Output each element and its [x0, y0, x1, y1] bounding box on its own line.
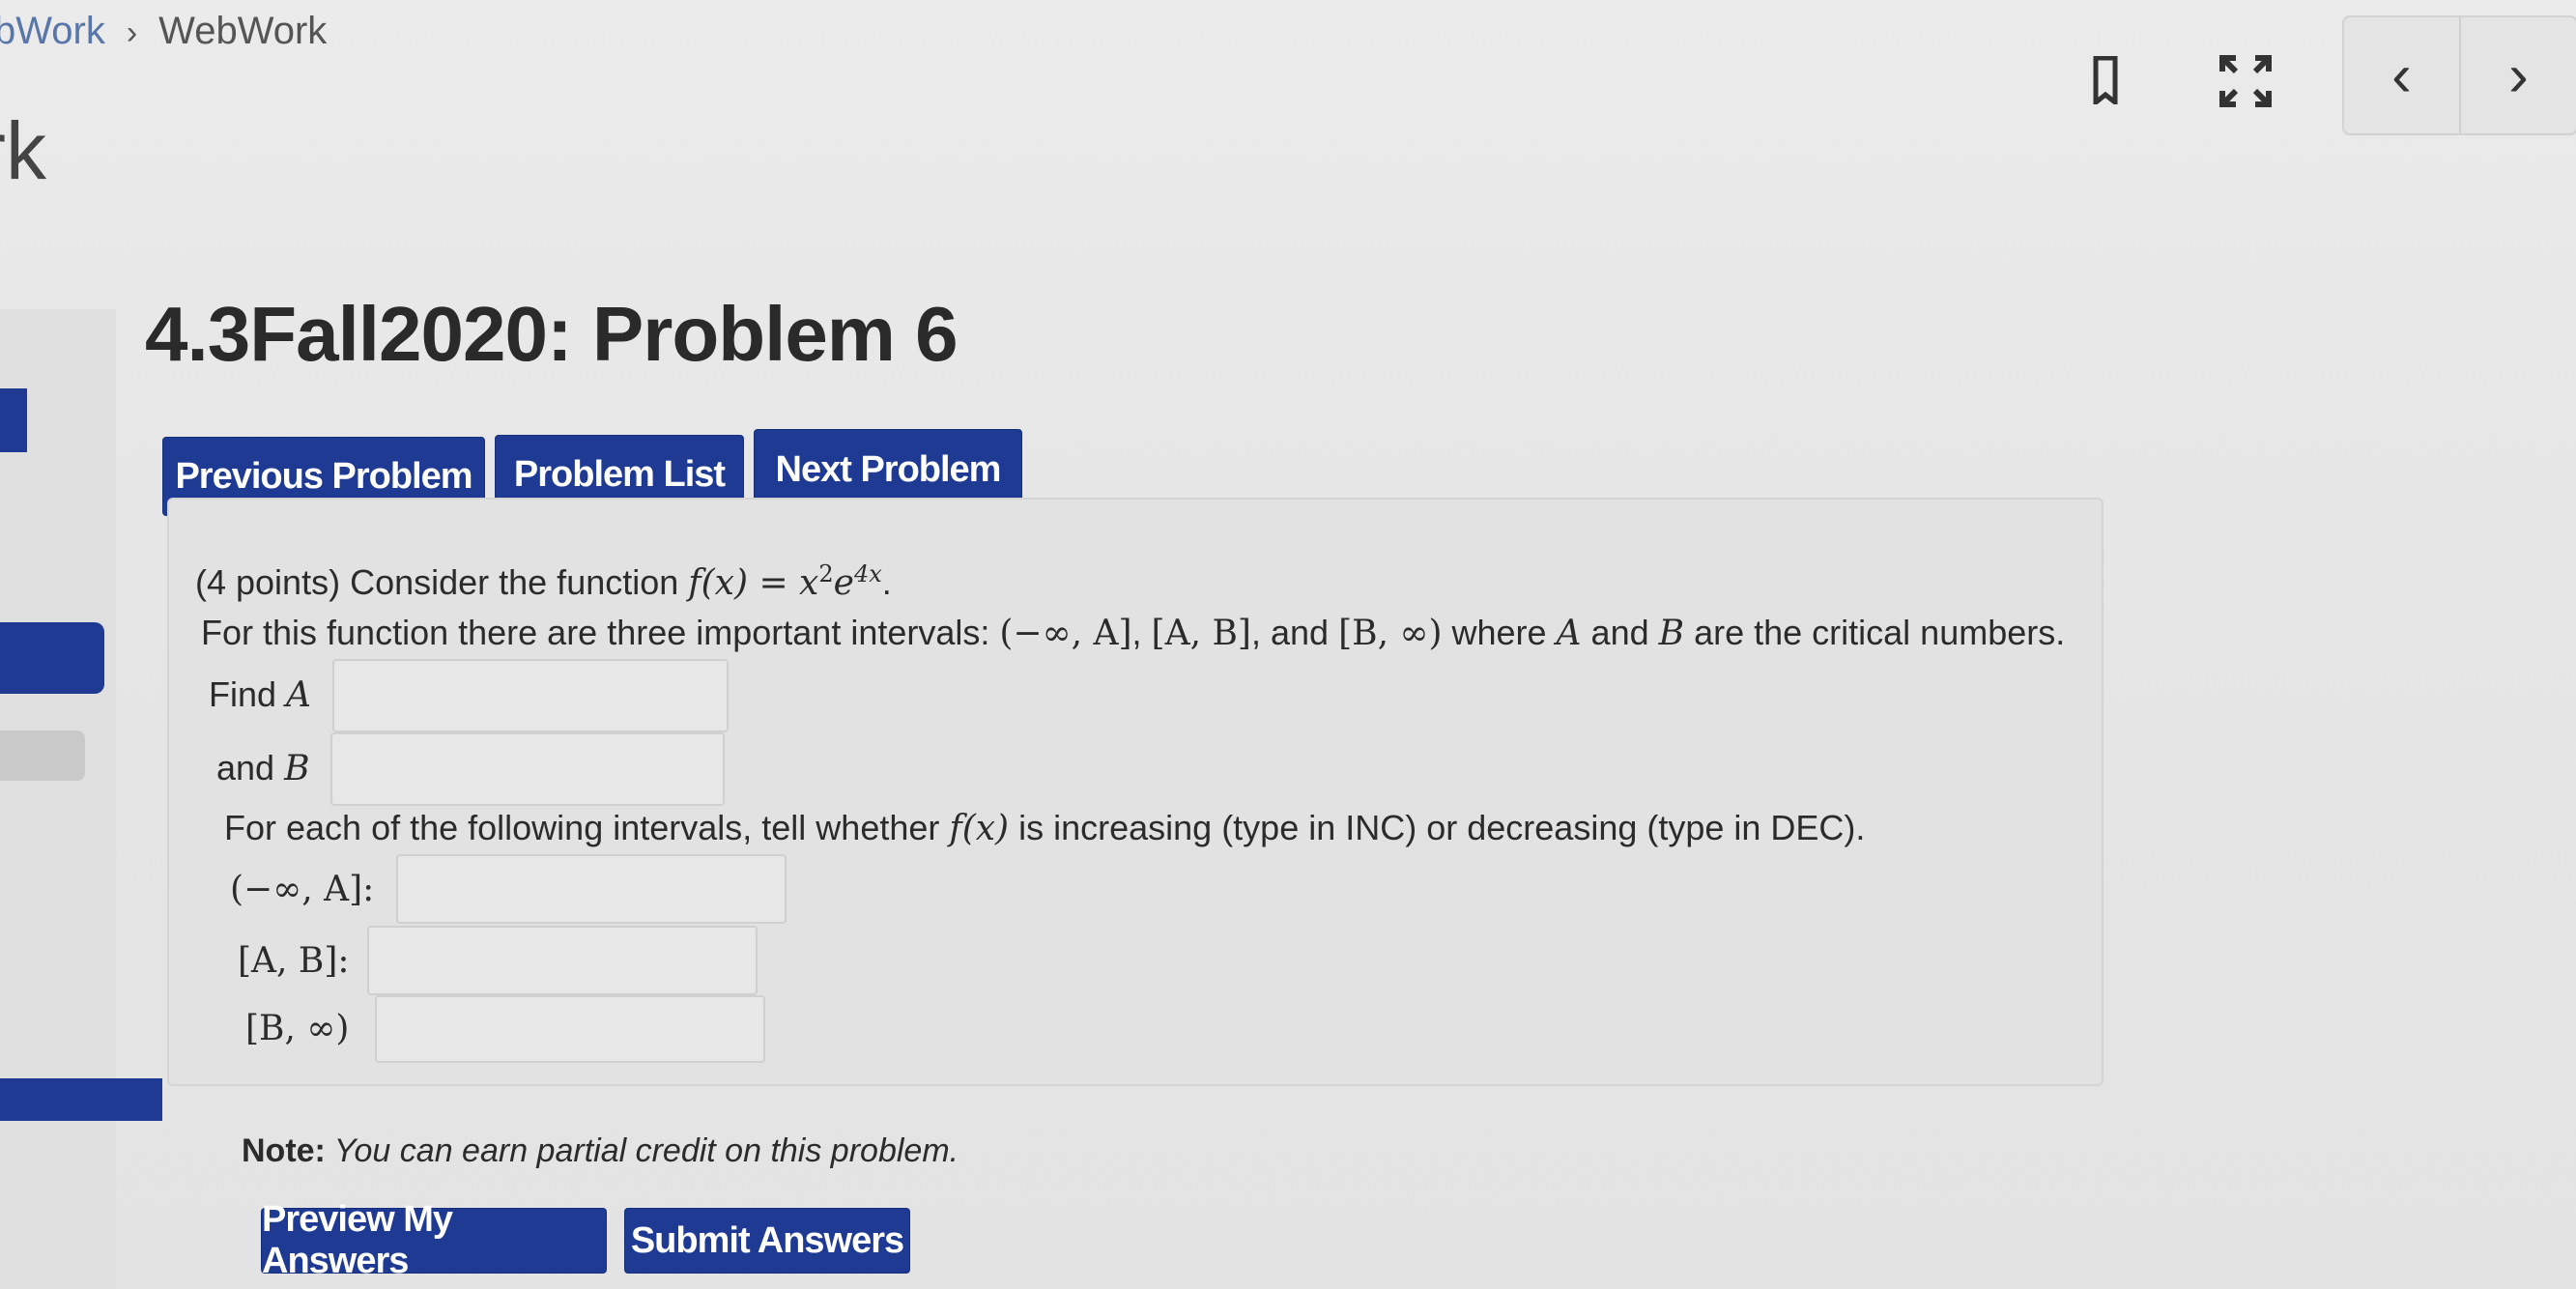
find-a-var: A — [286, 675, 312, 715]
instructions-fx: f(x) — [949, 809, 1010, 848]
and-word: , and — [1250, 613, 1339, 652]
function-lhs: f(x) = x — [688, 563, 819, 603]
intro-text: (4 points) Consider the function — [195, 562, 689, 602]
sidebar-item-active[interactable] — [0, 622, 104, 694]
sidebar-bar — [0, 1078, 162, 1121]
and-b-var: B — [284, 749, 310, 788]
page-nav: ‹ › — [2342, 15, 2576, 135]
submit-answers-button[interactable]: Submit Answers — [624, 1208, 910, 1274]
note-label: Note: — [242, 1132, 326, 1169]
sidebar-item[interactable] — [0, 730, 85, 781]
critical-text: are the critical numbers. — [1684, 613, 2066, 652]
interval-3-input[interactable] — [375, 995, 765, 1063]
sidebar — [0, 309, 116, 1289]
and-text: and — [1581, 613, 1659, 652]
next-page-button[interactable]: › — [2459, 17, 2576, 133]
site-title: rk — [0, 105, 46, 196]
interval-1: (−∞, A] — [999, 614, 1132, 653]
expand-icon[interactable] — [2218, 54, 2273, 117]
function-end: . — [881, 562, 892, 602]
breadcrumb-link-parent[interactable]: bWork — [0, 10, 105, 52]
var-a: A — [1556, 614, 1582, 653]
instructions: For each of the following intervals, tel… — [224, 808, 1865, 848]
note-text: You can earn partial credit on this prob… — [325, 1132, 959, 1169]
answer-a-input[interactable] — [332, 659, 729, 732]
intervals-text: For this function there are three import… — [201, 613, 1000, 652]
answer-b-input[interactable] — [330, 732, 725, 806]
breadcrumb-current: WebWork — [158, 10, 328, 52]
find-a-label: Find A — [209, 674, 311, 715]
interval-row-1-label: (−∞, A]: — [230, 870, 375, 909]
function-exponent-2: 4x — [853, 560, 882, 587]
instructions-text-2: is increasing (type in INC) or decreasin… — [1009, 808, 1866, 847]
interval-row-3-label: [B, ∞) — [245, 1009, 350, 1048]
find-label-text: Find — [209, 674, 287, 714]
interval-row-2-label: [A, B]: — [238, 941, 350, 981]
previous-page-button[interactable]: ‹ — [2344, 17, 2459, 133]
where-text: where — [1442, 613, 1557, 652]
preview-answers-button[interactable]: Preview My Answers — [261, 1199, 607, 1281]
bookmark-icon[interactable] — [2093, 55, 2118, 113]
function-exponent-1: 2 — [818, 560, 834, 587]
interval-2: [A, B] — [1151, 614, 1251, 653]
intervals-description: For this function there are three import… — [201, 613, 2065, 653]
interval-2-input[interactable] — [367, 926, 758, 995]
instructions-text-1: For each of the following intervals, tel… — [224, 808, 950, 847]
and-b-label: and B — [216, 748, 310, 788]
breadcrumb-separator: › — [126, 14, 138, 51]
var-b: B — [1658, 614, 1685, 653]
problem-intro: (4 points) Consider the function f(x) = … — [195, 560, 892, 603]
page-title: 4.3Fall2020: Problem 6 — [145, 291, 959, 377]
sidebar-active-marker — [0, 388, 27, 452]
interval-separator: , — [1131, 613, 1152, 652]
and-label-text: and — [216, 748, 285, 788]
breadcrumb: bWork › WebWork — [0, 10, 327, 53]
function-base-e: e — [833, 563, 854, 603]
interval-1-input[interactable] — [396, 854, 787, 924]
partial-credit-note: Note: You can earn partial credit on thi… — [242, 1132, 959, 1170]
interval-3: [B, ∞) — [1338, 614, 1443, 653]
